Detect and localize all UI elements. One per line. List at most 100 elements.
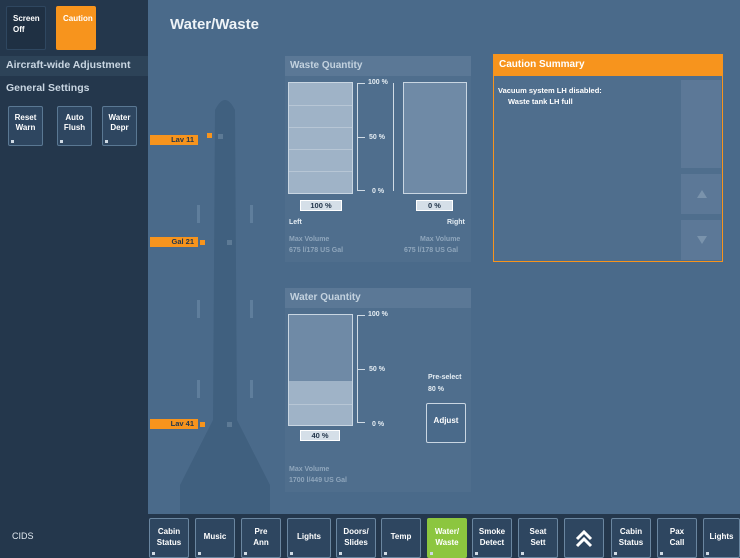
water-tank-level [289, 381, 352, 425]
water-max-label: Max Volume [289, 466, 330, 473]
nav-expand-button[interactable] [564, 518, 604, 558]
nav-label: Status [618, 538, 644, 547]
nav-label: Slides [344, 538, 368, 547]
nav-label: Call [669, 538, 685, 547]
nav-lights[interactable]: Lights [287, 518, 331, 558]
nav-label: Water/ [434, 527, 460, 536]
nav-pre-ann[interactable]: Pre Ann [241, 518, 281, 558]
nav-temp[interactable]: Temp [381, 518, 421, 558]
waste-left-percent: 100 % [300, 200, 342, 211]
zone-lav-41[interactable]: Lav 41 [150, 419, 198, 429]
nav-label: Temp [390, 532, 412, 541]
preselect-value: 80 % [428, 386, 444, 393]
nav-label: Ann [253, 538, 269, 547]
nav-label: Seat [529, 527, 547, 536]
caution-scroll-up-button[interactable] [681, 174, 721, 214]
nav-cabin-status[interactable]: Cabin Status [149, 518, 189, 558]
caution-message[interactable]: Vacuum system LH disabled: Waste tank LH… [498, 85, 602, 107]
water-scale [357, 315, 367, 423]
cids-label: CIDS [12, 531, 34, 541]
nav-label: Doors/ [343, 527, 369, 536]
caution-scroll-down-button[interactable] [681, 220, 721, 260]
caution-button-label: Caution [63, 14, 93, 23]
water-max-value: 1700 l/449 US Gal [289, 477, 347, 484]
waste-left-label: Left [289, 219, 302, 226]
water-scale-100: 100 % [368, 311, 388, 318]
nav-label: Lights [709, 532, 734, 541]
waste-scale-right-line [393, 83, 394, 191]
zone-gal-21-marker [200, 240, 205, 245]
caution-scroll-track[interactable] [681, 80, 721, 168]
chevron-down-icon [697, 236, 707, 244]
double-chevron-up-icon [575, 529, 593, 548]
left-sidebar [0, 0, 148, 514]
waste-scale-0: 0 % [372, 188, 385, 195]
nav-lights-2[interactable]: Lights [703, 518, 740, 558]
waste-left-max-value: 675 l/178 US Gal [289, 247, 344, 254]
nav-label: Waste [435, 538, 459, 547]
chevron-up-icon [697, 190, 707, 198]
nav-water-waste[interactable]: Water/Waste [427, 518, 467, 558]
nav-label: Music [203, 532, 227, 541]
water-percent: 40 % [300, 430, 340, 441]
water-depr-label-2: Depr [110, 123, 129, 132]
waste-tank-left-level [289, 83, 352, 193]
waste-right-label: Right [447, 219, 465, 226]
water-tank [288, 314, 353, 426]
nav-cabin-status-2[interactable]: Cabin Status [611, 518, 651, 558]
waste-right-percent: 0 % [416, 200, 453, 211]
waste-tank-right [403, 82, 467, 194]
caution-summary-title: Caution Summary [494, 55, 722, 76]
zone-lav-11-marker [207, 133, 212, 138]
waste-scale-50: 50 % [369, 134, 385, 141]
general-settings-heading: General Settings [0, 79, 148, 99]
nav-label: Detect [479, 538, 505, 547]
screen-off-label-line1: Screen [13, 14, 40, 23]
waste-scale [357, 83, 367, 191]
nav-label: Smoke [478, 527, 506, 536]
aircraft-silhouette-icon [180, 100, 270, 514]
water-scale-0: 0 % [372, 421, 385, 428]
auto-flush-label-2: Flush [63, 123, 86, 132]
aircraft-wide-adjustment-heading: Aircraft-wide Adjustment [0, 56, 148, 76]
nav-label: Cabin [619, 527, 643, 536]
nav-label: Cabin [157, 527, 181, 536]
nav-label: Sett [530, 538, 546, 547]
nav-label: Status [156, 538, 182, 547]
zone-lav-41-marker-secondary [227, 422, 232, 427]
page-title: Water/Waste [170, 16, 259, 33]
water-depr-button[interactable]: Water Depr [102, 106, 137, 146]
waste-scale-100: 100 % [368, 79, 388, 86]
zone-lav-11[interactable]: Lav 11 [150, 135, 198, 145]
waste-quantity-title: Waste Quantity [285, 56, 471, 76]
water-depr-label-1: Water [108, 113, 131, 122]
preselect-label: Pre-select [428, 374, 462, 381]
reset-warn-label-1: Reset [14, 113, 37, 122]
nav-label: Lights [297, 532, 321, 541]
waste-tank-left [288, 82, 353, 194]
caution-summary-panel: Caution Summary Vacuum system LH disable… [493, 54, 723, 262]
zone-lav-41-marker [200, 422, 205, 427]
reset-warn-label-2: Warn [15, 123, 36, 132]
caution-message-line1: Vacuum system LH disabled: [498, 86, 602, 95]
nav-music[interactable]: Music [195, 518, 235, 558]
waste-right-max-label: Max Volume [420, 236, 461, 243]
waste-left-max-label: Max Volume [289, 236, 330, 243]
adjust-button[interactable]: Adjust [426, 403, 466, 443]
zone-gal-21[interactable]: Gal 21 [150, 237, 198, 247]
nav-label: Pax [669, 527, 685, 536]
nav-pax-call[interactable]: Pax Call [657, 518, 697, 558]
screen-off-button[interactable]: Screen Off [6, 6, 46, 50]
auto-flush-button[interactable]: Auto Flush [57, 106, 92, 146]
nav-doors-slides[interactable]: Doors/Slides [336, 518, 376, 558]
auto-flush-label-1: Auto [65, 113, 84, 122]
waste-right-max-value: 675 l/178 US Gal [404, 247, 459, 254]
caution-message-line2: Waste tank LH full [508, 97, 573, 106]
water-quantity-title: Water Quantity [285, 288, 471, 308]
caution-button[interactable]: Caution [56, 6, 96, 50]
nav-smoke-detect[interactable]: Smoke Detect [472, 518, 512, 558]
screen-off-label-line2: Off [13, 25, 25, 34]
zone-gal-21-marker-secondary [227, 240, 232, 245]
reset-warn-button[interactable]: Reset Warn [8, 106, 43, 146]
nav-seat-sett[interactable]: Seat Sett [518, 518, 558, 558]
